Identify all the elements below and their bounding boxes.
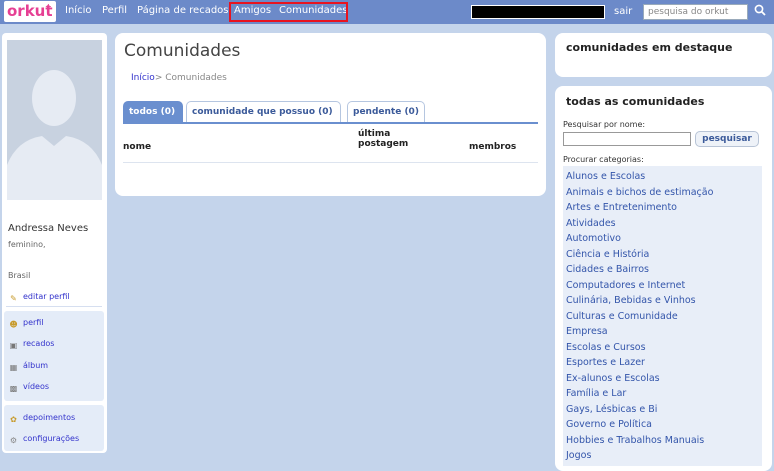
nav-pagina-de-recados[interactable]: Página de recados — [137, 5, 229, 16]
breadcrumb-home[interactable]: Início — [131, 73, 155, 83]
category-item[interactable]: Hobbies e Trabalhos Manuais — [566, 435, 704, 446]
sidebar-item-recados[interactable]: ▣ recados — [8, 339, 55, 351]
category-item[interactable]: Ciência e História — [566, 249, 649, 260]
nav-perfil[interactable]: Perfil — [102, 5, 127, 16]
sidebar-item-label: vídeos — [23, 382, 50, 391]
video-icon: ▩ — [9, 384, 18, 393]
redacted-email — [471, 5, 605, 19]
sidebar-item-depoimentos[interactable]: ✿ depoimentos — [8, 413, 75, 425]
tab-todos[interactable]: todos (0) — [123, 101, 183, 123]
community-search-input[interactable] — [563, 132, 691, 146]
profile-gender: feminino, — [8, 240, 46, 249]
photo-icon: ▦ — [9, 363, 18, 372]
categories-label: Procurar categorias: — [563, 155, 644, 164]
testimonial-icon: ✿ — [10, 415, 17, 424]
category-item[interactable]: Culinária, Bebidas e Vinhos — [566, 295, 696, 306]
edit-profile-label: editar perfil — [23, 292, 70, 301]
logout-link[interactable]: sair — [614, 6, 632, 17]
category-item[interactable]: Jogos — [566, 450, 591, 461]
breadcrumb-current: > Comunidades — [154, 73, 227, 83]
category-item[interactable]: Esportes e Lazer — [566, 357, 645, 368]
category-item[interactable]: Automotivo — [566, 233, 621, 244]
sidebar-item-album[interactable]: ▦ álbum — [8, 361, 48, 373]
category-item[interactable]: Alunos e Escolas — [566, 171, 645, 182]
sidebar-item-videos[interactable]: ▩ vídeos — [8, 382, 49, 394]
category-item[interactable]: Gays, Lésbicas e Bi — [566, 404, 657, 415]
category-item[interactable]: Artes e Entretenimento — [566, 202, 677, 213]
highlight-box — [229, 2, 348, 22]
category-item[interactable]: Computadores e Internet — [566, 280, 685, 291]
edit-profile-link[interactable]: ✎ editar perfil — [8, 292, 70, 304]
featured-title: comunidades em destaque — [566, 41, 733, 54]
tab-underline — [123, 122, 538, 124]
category-item[interactable]: Empresa — [566, 326, 608, 337]
tab-comunidade-que-possuo[interactable]: comunidade que possuo (0) — [186, 101, 341, 123]
logo-plus: + — [45, 2, 52, 11]
category-item[interactable]: Música — [566, 466, 599, 467]
nav-inicio[interactable]: Início — [65, 5, 91, 16]
sidebar-item-label: configurações — [23, 434, 80, 443]
category-item[interactable]: Família e Lar — [566, 388, 626, 399]
user-icon: ☻ — [9, 320, 18, 329]
page-title: Comunidades — [124, 41, 241, 61]
category-item[interactable]: Culturas e Comunidade — [566, 311, 678, 322]
search-icon[interactable] — [751, 4, 769, 20]
profile-country: Brasil — [8, 271, 31, 280]
category-item[interactable]: Animais e bichos de estimação — [566, 187, 713, 198]
scrap-icon: ▣ — [9, 341, 18, 350]
sidebar-item-label: perfil — [23, 318, 44, 327]
profile-sidebar: Andressa Neves feminino, Brasil ✎ editar … — [2, 33, 107, 453]
column-header-nome: nome — [123, 142, 152, 152]
category-item[interactable]: Governo e Política — [566, 419, 652, 430]
tab-pendente[interactable]: pendente (0) — [347, 101, 425, 123]
profile-name: Andressa Neves — [8, 223, 89, 234]
category-item[interactable]: Atividades — [566, 218, 616, 229]
community-search-button[interactable]: pesquisar — [695, 131, 759, 147]
sidebar-item-perfil[interactable]: ☻ perfil — [8, 318, 44, 330]
divider — [6, 306, 102, 307]
category-item[interactable]: Cidades e Bairros — [566, 264, 649, 275]
category-item[interactable]: Escolas e Cursos — [566, 342, 646, 353]
breadcrumb: Início> Comunidades — [131, 73, 227, 83]
avatar[interactable] — [7, 40, 102, 200]
category-item[interactable]: Ex-alunos e Escolas — [566, 373, 660, 384]
all-communities-title: todas as comunidades — [566, 95, 705, 108]
sidebar-item-label: álbum — [23, 361, 49, 370]
top-bar: orkut + Início Perfil Página de recados … — [0, 0, 774, 24]
orkut-logo[interactable]: orkut + — [4, 1, 56, 22]
sidebar-item-label: depoimentos — [23, 413, 76, 422]
column-header-membros: membros — [469, 142, 517, 152]
sidebar-item-configuracoes[interactable]: ⚙ configurações — [8, 434, 79, 446]
category-list: Alunos e Escolas Animais e bichos de esti… — [563, 166, 762, 466]
sidebar-item-label: recados — [23, 339, 55, 348]
column-header-ultima-postagem: última postagem — [358, 129, 409, 149]
orkut-search-input[interactable]: pesquisa do orkut — [643, 4, 748, 20]
communities-panel: Comunidades Início> Comunidades todos (0… — [115, 33, 546, 196]
settings-icon: ⚙ — [9, 436, 18, 445]
search-by-name-label: Pesquisar por nome: — [563, 120, 646, 129]
table-divider — [123, 162, 538, 163]
featured-communities-box: comunidades em destaque — [555, 33, 772, 77]
all-communities-box: todas as comunidades Pesquisar por nome:… — [555, 86, 772, 471]
edit-profile-icon: ✎ — [10, 294, 17, 303]
